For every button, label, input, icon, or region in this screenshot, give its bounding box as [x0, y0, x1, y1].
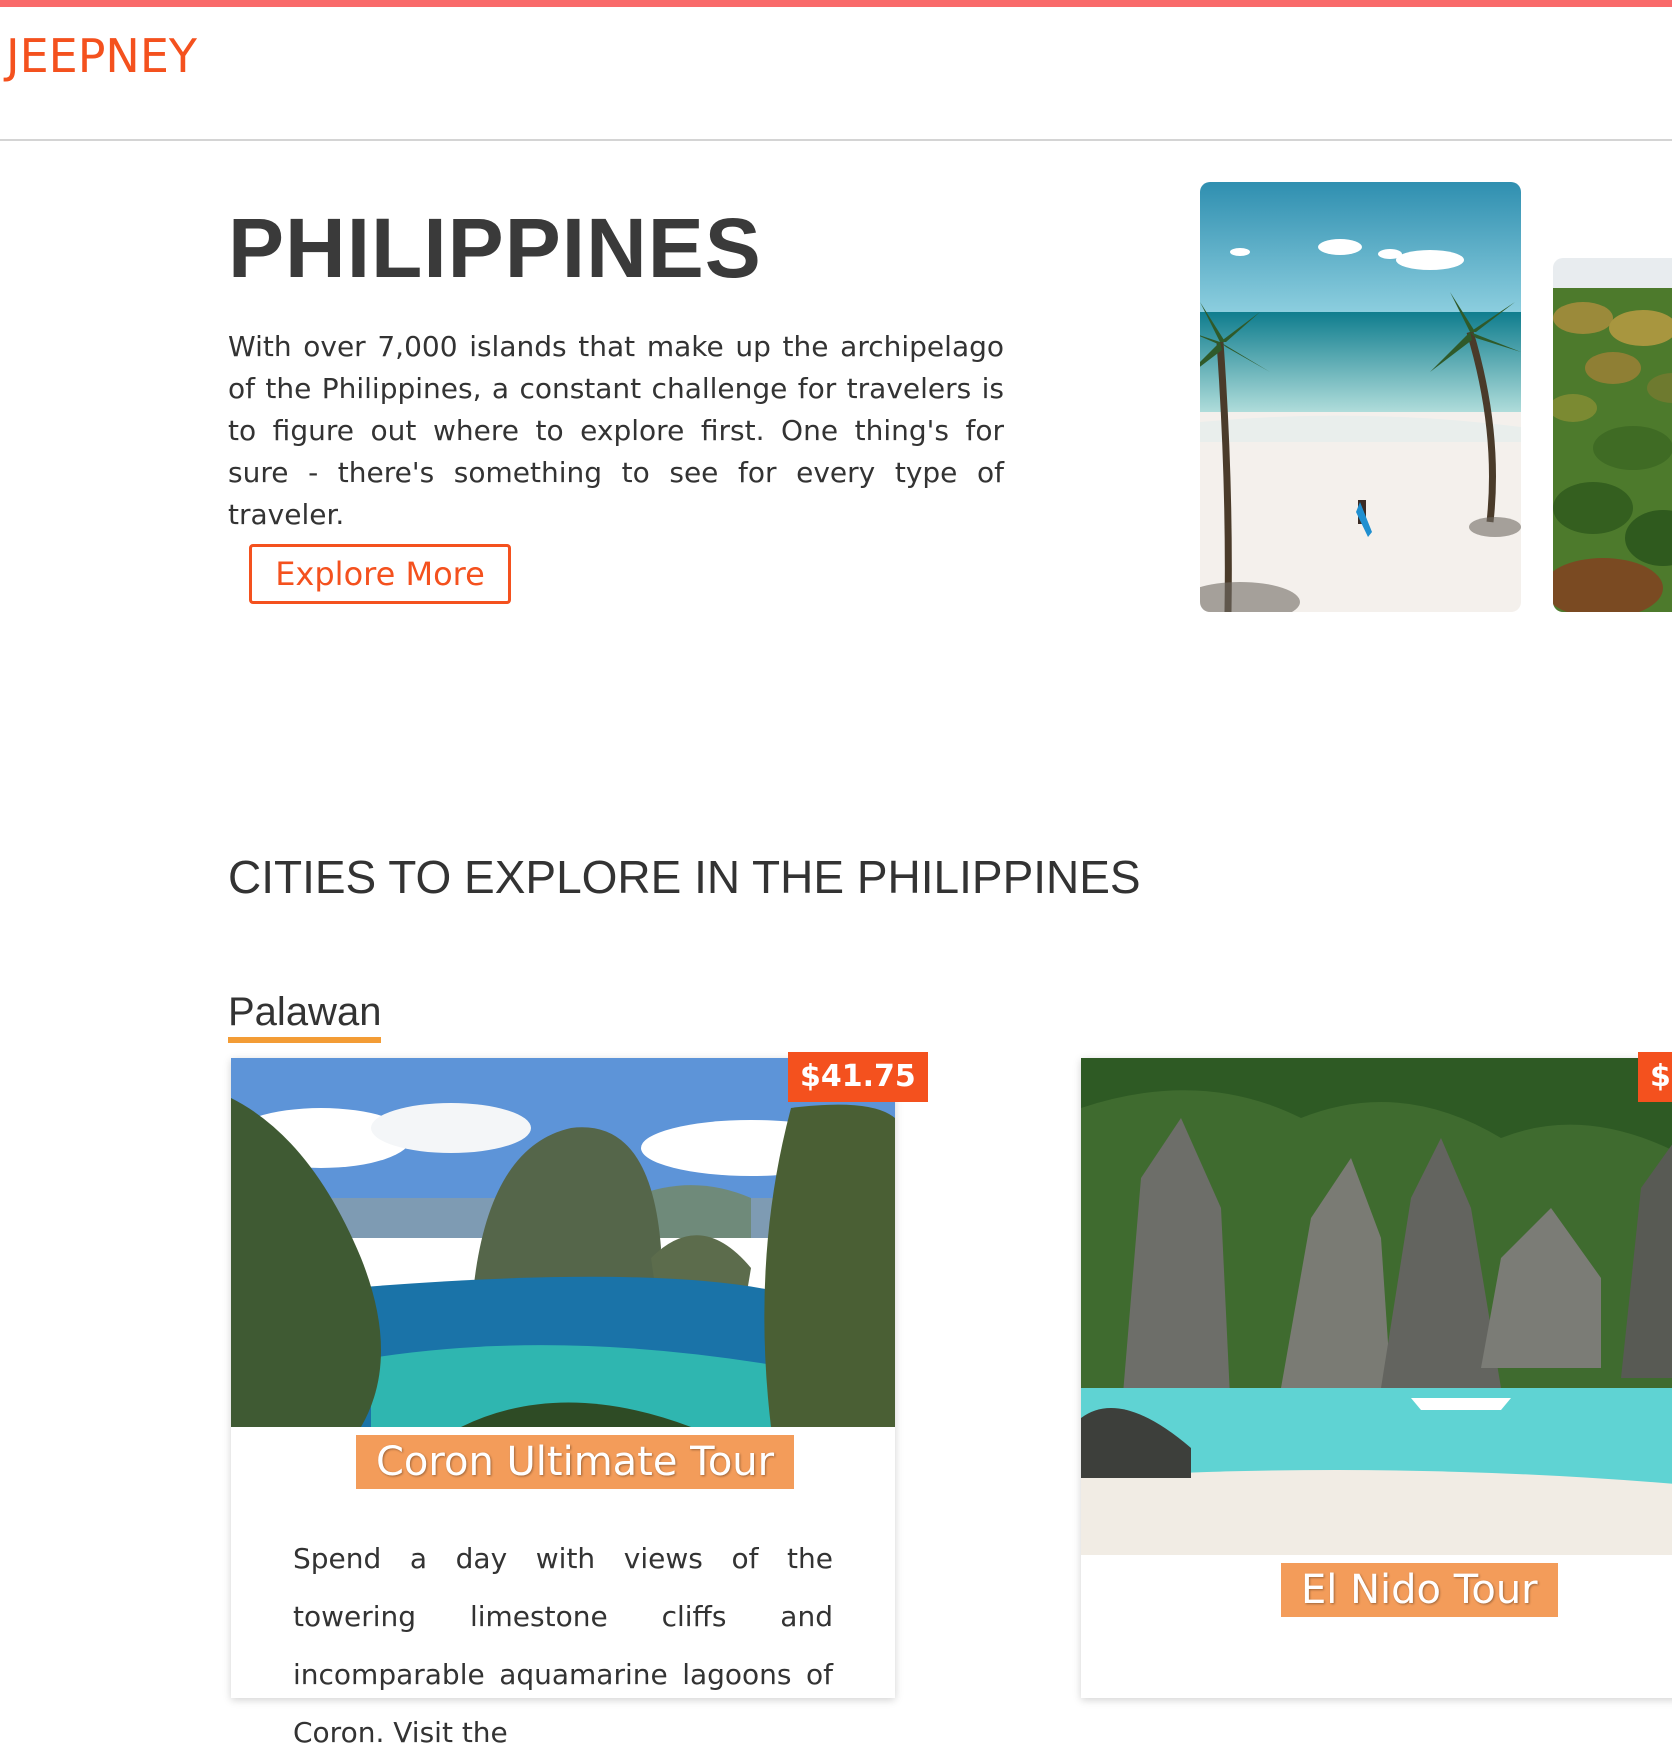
price-badge: $41.75: [788, 1052, 928, 1102]
top-accent-bar: [0, 0, 1672, 7]
tour-card[interactable]: $2 El Nido Tour: [1081, 1052, 1672, 1698]
hills-photo[interactable]: [1553, 258, 1672, 612]
hero-title: PHILIPPINES: [228, 201, 762, 295]
navbar: JEEPNEY: [0, 7, 1672, 141]
tour-card[interactable]: $41.75 Coron Ultimate Tour Spend a day w…: [231, 1052, 928, 1749]
tour-image: [1081, 1058, 1672, 1555]
tour-image: [231, 1058, 895, 1427]
section-title: CITIES TO EXPLORE IN THE PHILIPPINES: [228, 851, 1141, 903]
brand-logo[interactable]: JEEPNEY: [6, 29, 197, 83]
tour-name[interactable]: El Nido Tour: [1281, 1563, 1558, 1617]
price-badge: $2: [1638, 1052, 1672, 1102]
beach-photo[interactable]: [1200, 182, 1521, 612]
explore-more-button[interactable]: Explore More: [249, 544, 511, 604]
hero-description: With over 7,000 islands that make up the…: [228, 330, 1004, 531]
city-heading: Palawan: [228, 990, 382, 1043]
tour-name[interactable]: Coron Ultimate Tour: [356, 1435, 795, 1489]
tour-description: Spend a day with views of the towering l…: [293, 1542, 833, 1749]
